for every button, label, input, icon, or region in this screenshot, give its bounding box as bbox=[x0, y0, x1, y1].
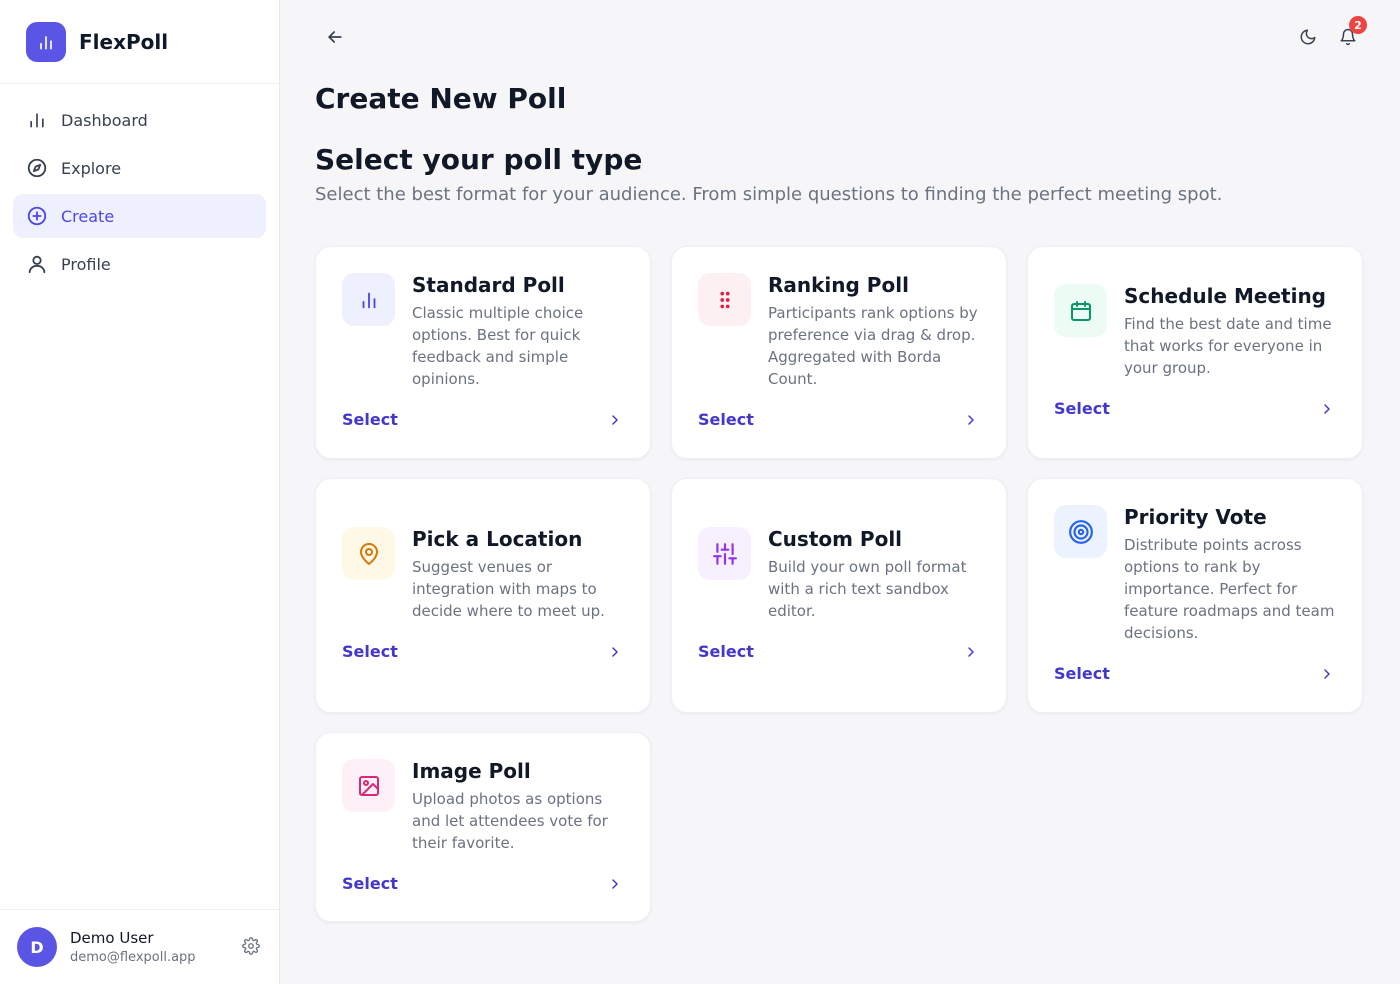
card-title: Ranking Poll bbox=[768, 273, 909, 297]
card-description: Suggest venues or integration with maps … bbox=[412, 558, 605, 620]
chevron-right-icon bbox=[962, 411, 980, 429]
sidebar-item-label: Create bbox=[61, 206, 115, 226]
user-card: D Demo User demo@flexpoll.app bbox=[0, 909, 279, 984]
main-content: 2 Create New Poll Select your poll type … bbox=[280, 0, 1400, 984]
chevron-right-icon bbox=[606, 875, 624, 893]
select-button[interactable]: Select bbox=[698, 410, 980, 429]
poll-type-card-ranking[interactable]: Ranking Poll Participants rank options b… bbox=[671, 246, 1007, 459]
avatar[interactable]: D bbox=[17, 927, 57, 967]
logo-bar-chart-icon bbox=[26, 21, 66, 62]
card-title: Priority Vote bbox=[1124, 505, 1267, 529]
sidebar-item-create[interactable]: Create bbox=[13, 194, 266, 238]
user-name: Demo User bbox=[70, 929, 154, 947]
select-label: Select bbox=[342, 874, 398, 893]
plus-circle-icon bbox=[26, 205, 48, 227]
section-subtitle: Select the best format for your audience… bbox=[315, 184, 1223, 205]
select-label: Select bbox=[1054, 399, 1110, 418]
chevron-right-icon bbox=[606, 643, 624, 661]
card-description: Classic multiple choice options. Best fo… bbox=[412, 304, 584, 388]
user-icon bbox=[26, 253, 48, 275]
image-icon bbox=[342, 759, 395, 812]
target-icon bbox=[1054, 505, 1107, 558]
card-title: Schedule Meeting bbox=[1124, 284, 1327, 308]
poll-type-card-schedule[interactable]: Schedule Meeting Find the best date and … bbox=[1027, 246, 1363, 459]
select-label: Select bbox=[698, 410, 754, 429]
brand[interactable]: FlexPoll bbox=[0, 0, 279, 84]
sidebar-item-dashboard[interactable]: Dashboard bbox=[13, 98, 266, 142]
sidebar-item-label: Profile bbox=[61, 254, 111, 274]
select-label: Select bbox=[698, 642, 754, 661]
bar-chart-icon bbox=[342, 273, 395, 326]
select-label: Select bbox=[1054, 664, 1110, 683]
select-button[interactable]: Select bbox=[342, 410, 624, 429]
chevron-right-icon bbox=[962, 643, 980, 661]
chevron-right-icon bbox=[1318, 665, 1336, 683]
settings-gear-icon[interactable] bbox=[242, 937, 262, 957]
sidebar-item-label: Explore bbox=[61, 158, 122, 178]
sidebar-item-label: Dashboard bbox=[61, 110, 148, 130]
card-title: Pick a Location bbox=[412, 527, 583, 551]
card-description: Upload photos as options and let attende… bbox=[412, 790, 608, 852]
app-name: FlexPoll bbox=[79, 29, 169, 54]
poll-type-card-standard[interactable]: Standard Poll Classic multiple choice op… bbox=[315, 246, 651, 459]
card-title: Image Poll bbox=[412, 759, 531, 783]
sliders-icon bbox=[698, 527, 751, 580]
poll-type-card-custom[interactable]: Custom Poll Build your own poll format w… bbox=[671, 478, 1007, 713]
section-title: Select your poll type bbox=[315, 143, 643, 176]
poll-type-card-location[interactable]: Pick a Location Suggest venues or integr… bbox=[315, 478, 651, 713]
chevron-right-icon bbox=[606, 411, 624, 429]
compass-icon bbox=[26, 157, 48, 179]
card-description: Participants rank options by preference … bbox=[768, 304, 978, 388]
card-description: Build your own poll format with a rich t… bbox=[768, 558, 967, 620]
poll-type-card-image[interactable]: Image Poll Upload photos as options and … bbox=[315, 732, 651, 922]
map-pin-icon bbox=[342, 527, 395, 580]
sidebar-item-explore[interactable]: Explore bbox=[13, 146, 266, 190]
moon-icon[interactable] bbox=[1296, 25, 1320, 49]
select-button[interactable]: Select bbox=[1054, 664, 1336, 683]
sidebar: FlexPoll Dashboard Explore Create Profil… bbox=[0, 0, 280, 984]
chevron-right-icon bbox=[1318, 400, 1336, 418]
sidebar-item-profile[interactable]: Profile bbox=[13, 242, 266, 286]
card-description: Find the best date and time that works f… bbox=[1124, 315, 1332, 377]
card-title: Standard Poll bbox=[412, 273, 565, 297]
sidebar-nav: Dashboard Explore Create Profile bbox=[0, 84, 279, 286]
card-description: Distribute points across options to rank… bbox=[1124, 536, 1335, 642]
card-title: Custom Poll bbox=[768, 527, 903, 551]
bar-chart-icon bbox=[26, 109, 48, 131]
page-title: Create New Poll bbox=[315, 82, 567, 115]
grip-dots-icon bbox=[698, 273, 751, 326]
user-info: Demo User demo@flexpoll.app bbox=[70, 929, 196, 965]
back-arrow-icon[interactable] bbox=[322, 24, 348, 50]
user-email: demo@flexpoll.app bbox=[70, 950, 196, 965]
select-label: Select bbox=[342, 642, 398, 661]
poll-type-card-priority[interactable]: Priority Vote Distribute points across o… bbox=[1027, 478, 1363, 713]
select-button[interactable]: Select bbox=[342, 874, 624, 893]
calendar-icon bbox=[1054, 284, 1107, 337]
select-label: Select bbox=[342, 410, 398, 429]
select-button[interactable]: Select bbox=[1054, 399, 1336, 418]
select-button[interactable]: Select bbox=[698, 642, 980, 661]
select-button[interactable]: Select bbox=[342, 642, 624, 661]
notification-badge: 2 bbox=[1349, 16, 1367, 34]
